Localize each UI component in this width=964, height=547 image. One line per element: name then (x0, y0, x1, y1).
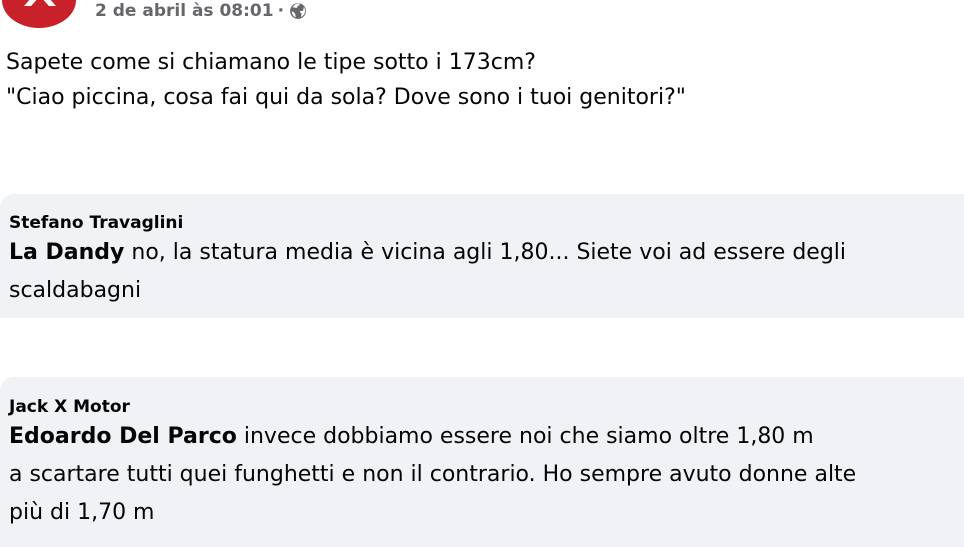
comment-text: invece dobbiamo essere noi che siamo olt… (236, 424, 814, 449)
post-meta: 2 de abril às 08:01 · (95, 0, 308, 24)
post-timestamp[interactable]: 2 de abril às 08:01 (95, 1, 274, 21)
comment-text-line: scaldabagni (9, 278, 142, 303)
post-text: Sapete come si chiamano le tipe sotto i … (6, 45, 956, 115)
comment-author[interactable]: Jack X Motor (9, 377, 964, 418)
comment-mention-link[interactable]: La Dandy (9, 240, 124, 265)
comment-author[interactable]: Stefano Travaglini (9, 194, 964, 234)
comment-body: Edoardo Del Parco invece dobbiamo essere… (9, 418, 959, 532)
comment-text: no, la statura media è vicina agli 1,80.… (124, 240, 847, 265)
comment-mention-link[interactable]: Edoardo Del Parco (9, 424, 237, 449)
comment-text-line: a scartare tutti quei funghetti e non il… (9, 462, 857, 487)
page-avatar[interactable] (2, 0, 76, 28)
globe-icon[interactable] (288, 1, 308, 21)
post-text-line: "Ciao piccina, cosa fai qui da sola? Dov… (6, 85, 686, 110)
comment-bubble: Jack X Motor Edoardo Del Parco invece do… (0, 377, 964, 547)
comment-body: La Dandy no, la statura media è vicina a… (9, 234, 959, 310)
post-text-line: Sapete come si chiamano le tipe sotto i … (6, 50, 536, 75)
comment-text-line: più di 1,70 m (9, 500, 155, 525)
meta-separator: · (277, 1, 285, 21)
page-logo-icon (24, 0, 56, 6)
comment-bubble: Stefano Travaglini La Dandy no, la statu… (0, 194, 964, 318)
